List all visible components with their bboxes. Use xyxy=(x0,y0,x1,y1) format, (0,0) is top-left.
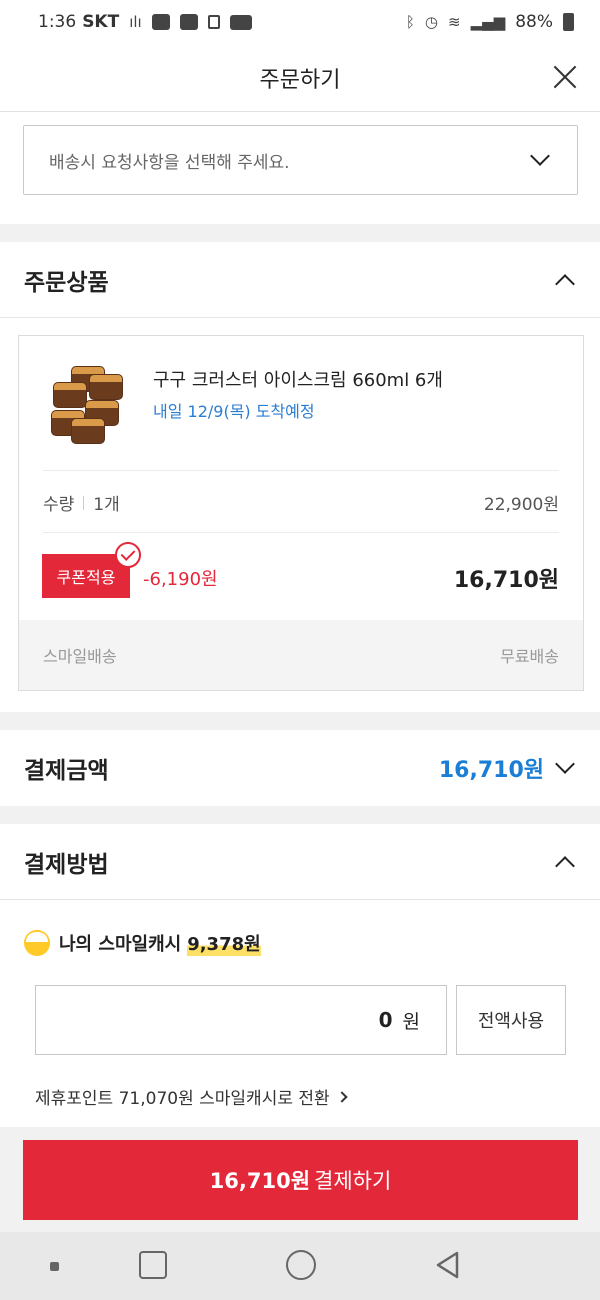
alarm-icon: ◷ xyxy=(424,13,439,31)
product-tub xyxy=(53,382,87,408)
pay-button[interactable]: 16,710원 결제하기 xyxy=(23,1140,578,1220)
shipping-fee: 무료배송 xyxy=(500,647,559,666)
chevron-down-icon[interactable] xyxy=(555,754,575,774)
page-title: 주문하기 xyxy=(259,68,341,93)
status-left: 1:36 SKT ılı xyxy=(38,12,252,32)
order-items-title: 주문상품 xyxy=(24,269,109,296)
payment-method-header[interactable]: 결제방법 xyxy=(0,824,600,900)
product-card: 구구 크러스터 아이스크림 660ml 6개 내일 12/9(목) 도착예정 수… xyxy=(18,335,584,691)
card-divider xyxy=(43,470,559,471)
chevron-up-icon[interactable] xyxy=(555,855,575,876)
wifi-icon: ≋ xyxy=(448,13,461,31)
message-icon xyxy=(151,14,170,30)
app-notification-icon xyxy=(179,14,198,30)
final-price: 16,710원 xyxy=(453,568,559,593)
section-divider xyxy=(0,224,600,242)
check-circle-icon xyxy=(115,542,141,568)
order-items-header[interactable]: 주문상품 xyxy=(0,242,600,318)
back-icon[interactable] xyxy=(433,1250,463,1280)
section-divider xyxy=(0,806,600,824)
payment-total: 16,710원 xyxy=(438,758,544,783)
pay-button-label: 결제하기 xyxy=(314,1169,392,1193)
pay-button-amount: 16,710원 xyxy=(209,1169,311,1193)
discount-amount: -6,190원 xyxy=(143,569,218,590)
product-name[interactable]: 구구 크러스터 아이스크림 660ml 6개 xyxy=(153,366,443,392)
shipping-type: 스마일배송 xyxy=(43,647,117,666)
status-right: ᛒ ◷ ≋ ▂▄▆ 88% xyxy=(406,12,574,32)
delivery-request-select[interactable]: 배송시 요청사항을 선택해 주세요. xyxy=(23,125,578,195)
convert-points-text: 제휴포인트 71,070원 스마일캐시로 전환 xyxy=(35,1089,330,1109)
notification-icon xyxy=(229,14,252,30)
smile-cash-input-value: 0 xyxy=(378,1008,393,1032)
recent-apps-icon[interactable] xyxy=(139,1251,167,1279)
close-icon[interactable] xyxy=(550,62,580,92)
section-divider xyxy=(0,712,600,730)
smile-cash-input-unit: 원 xyxy=(402,1010,420,1033)
smile-cash-input[interactable]: 0 원 xyxy=(35,985,447,1055)
battery-percent: 88% xyxy=(515,12,553,32)
payment-method-title: 결제방법 xyxy=(24,851,109,878)
smile-cash-row: 나의 스마일캐시 9,378원 xyxy=(24,930,261,956)
status-time: 1:36 xyxy=(38,12,77,32)
page-header: 주문하기 xyxy=(0,44,600,112)
battery-saver-icon xyxy=(207,15,220,29)
battery-icon xyxy=(563,13,574,31)
quantity-label: 수량 xyxy=(43,495,75,515)
bluetooth-icon: ᛒ xyxy=(405,13,415,31)
nav-menu-dot-icon[interactable] xyxy=(50,1262,59,1271)
smile-cash-icon xyxy=(24,930,50,956)
status-carrier: SKT xyxy=(82,12,120,32)
system-nav-bar xyxy=(0,1232,600,1300)
quantity-separator xyxy=(83,495,85,510)
product-image[interactable] xyxy=(47,358,127,448)
chevron-down-icon xyxy=(530,146,550,166)
quantity-value: 1개 xyxy=(93,495,120,515)
convert-points-link[interactable]: 제휴포인트 71,070원 스마일캐시로 전환 xyxy=(35,1084,348,1109)
home-icon[interactable] xyxy=(286,1250,316,1280)
signal-bars-icon: ılı xyxy=(129,13,142,31)
payment-amount-right: 16,710원 xyxy=(438,752,575,784)
smile-cash-label: 나의 스마일캐시 xyxy=(59,934,182,955)
cell-signal-icon: ▂▄▆ xyxy=(470,13,506,31)
shipping-bar: 스마일배송 무료배송 xyxy=(19,620,583,690)
delivery-request-placeholder: 배송시 요청사항을 선택해 주세요. xyxy=(49,152,290,173)
product-tub xyxy=(71,418,105,444)
card-divider xyxy=(43,532,559,533)
use-all-button[interactable]: 전액사용 xyxy=(456,985,566,1055)
payment-amount-title: 결제금액 xyxy=(24,758,109,784)
original-price: 22,900원 xyxy=(483,495,559,515)
chevron-up-icon[interactable] xyxy=(555,273,575,294)
product-tub xyxy=(89,374,123,400)
product-eta: 내일 12/9(목) 도착예정 xyxy=(153,402,315,421)
status-bar: 1:36 SKT ılı ᛒ ◷ ≋ ▂▄▆ 88% xyxy=(0,0,600,44)
chevron-right-icon xyxy=(335,1090,348,1103)
payment-amount-header[interactable]: 결제금액 16,710원 xyxy=(0,730,600,806)
smile-cash-amount: 9,378원 xyxy=(187,930,261,956)
quantity-info: 수량 1개 xyxy=(43,490,120,515)
